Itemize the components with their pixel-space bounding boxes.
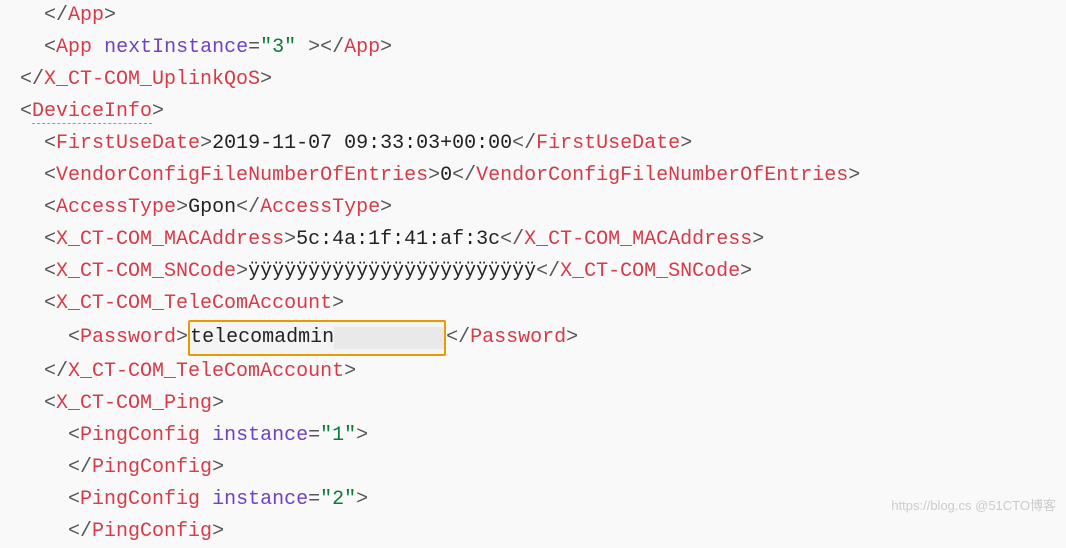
tag-accesstype: AccessType	[56, 196, 176, 219]
tag-pingconfig1: PingConfig	[80, 424, 200, 447]
text-macaddress: 5c:4a:1f:41:af:3c	[296, 228, 500, 251]
text-sncode: ÿÿÿÿÿÿÿÿÿÿÿÿÿÿÿÿÿÿÿÿÿÿÿÿ	[248, 260, 536, 283]
close-uplinkqos: X_CT-COM_UplinkQoS	[44, 68, 260, 91]
text-accesstype: Gpon	[188, 196, 236, 219]
tag-pingconfig2: PingConfig	[80, 488, 200, 511]
tag-telecomaccount-open: X_CT-COM_TeleComAccount	[56, 292, 332, 315]
tag-macaddress: X_CT-COM_MACAddress	[56, 228, 284, 251]
val-instance1: "1"	[320, 424, 356, 447]
val-instance2: "2"	[320, 488, 356, 511]
tag-sncode: X_CT-COM_SNCode	[56, 260, 236, 283]
text-firstusedate: 2019-11-07 09:33:03+00:00	[212, 132, 512, 155]
attr-instance1: instance	[212, 424, 308, 447]
censored-region	[334, 327, 444, 349]
val-nextinstance: "3"	[260, 36, 296, 59]
tag-pingconfig1-close: PingConfig	[92, 456, 212, 479]
tag-firstusedate: FirstUseDate	[56, 132, 200, 155]
code-block: </App> <App nextInstance="3" ></App> </X…	[0, 0, 1066, 548]
tag-password: Password	[80, 326, 176, 349]
attr-instance2: instance	[212, 488, 308, 511]
password-highlight: telecomadmin	[188, 320, 446, 356]
attr-nextinstance: nextInstance	[104, 36, 248, 59]
tag-vendorcfg: VendorConfigFileNumberOfEntries	[56, 164, 428, 187]
text-vendorcfg: 0	[440, 164, 452, 187]
close-app-tag: App	[68, 4, 104, 27]
open-deviceinfo: DeviceInfo	[32, 100, 152, 124]
tag-telecomaccount-close: X_CT-COM_TeleComAccount	[68, 360, 344, 383]
open-app-tag: App	[56, 36, 92, 59]
tag-ping-open: X_CT-COM_Ping	[56, 392, 212, 415]
tag-pingconfig2-close: PingConfig	[92, 520, 212, 543]
text-password: telecomadmin	[190, 326, 334, 349]
